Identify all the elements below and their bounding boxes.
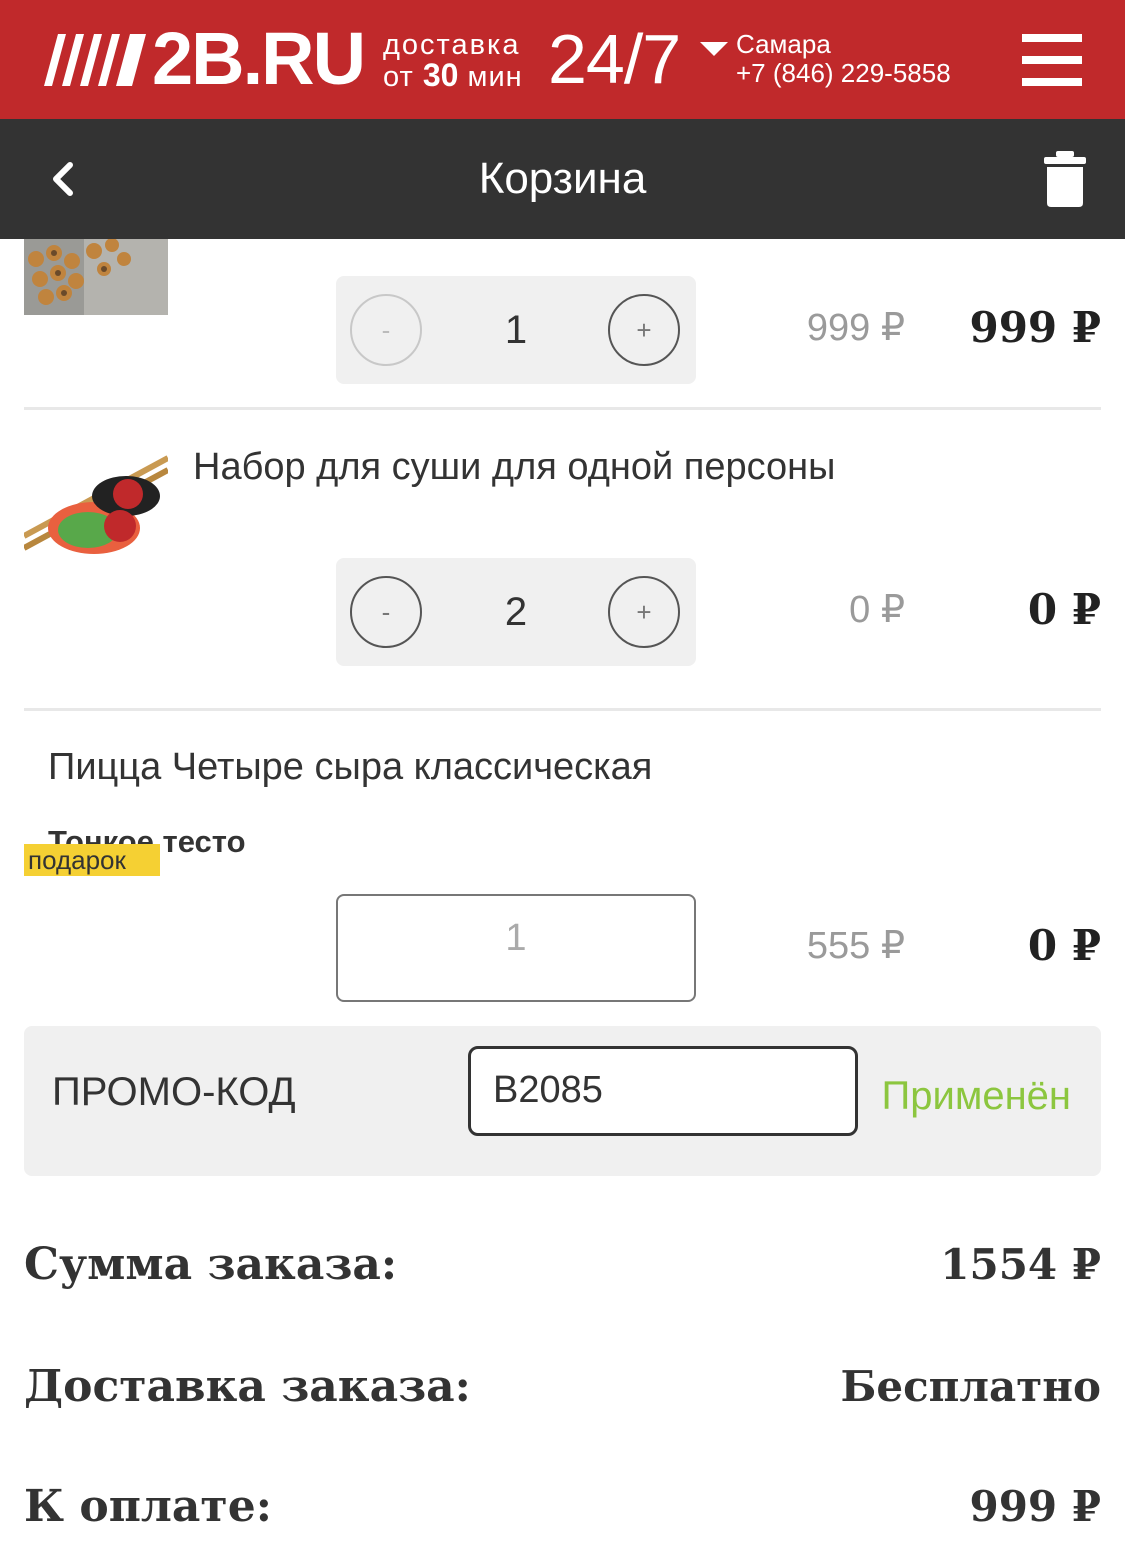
site-logo[interactable]: 2B.RU: [152, 22, 366, 96]
quantity-value: 2: [504, 590, 528, 634]
trash-icon[interactable]: [1044, 151, 1086, 207]
to-pay-value: 999 ₽: [969, 1482, 1101, 1531]
quantity-value: 1: [504, 308, 528, 352]
delivery-line1: доставка: [383, 29, 521, 61]
decrease-button[interactable]: -: [350, 576, 422, 648]
increase-button[interactable]: +: [608, 294, 680, 366]
menu-icon[interactable]: [1022, 34, 1082, 86]
city-name[interactable]: Самара: [736, 30, 951, 59]
promo-code-input[interactable]: B2085: [468, 1046, 858, 1136]
product-image-sushi-kit[interactable]: [24, 448, 168, 568]
promo-code-section: ПРОМО-КОД B2085 Применён: [24, 1026, 1101, 1176]
working-hours: 24/7: [548, 20, 681, 98]
phone-number[interactable]: +7 (846) 229-5858: [736, 59, 951, 88]
quantity-stepper: - 2 +: [336, 558, 696, 666]
item-divider: [24, 708, 1101, 711]
decrease-button[interactable]: -: [350, 294, 422, 366]
item-price: 0 ₽: [1027, 585, 1101, 634]
old-price: 999 ₽: [806, 307, 905, 349]
increase-button[interactable]: +: [608, 576, 680, 648]
order-sum-value: 1554 ₽: [940, 1240, 1101, 1289]
quantity-stepper: - 1 +: [336, 276, 696, 384]
promo-status: Применён: [881, 1074, 1071, 1118]
to-pay-label: К оплате:: [24, 1481, 272, 1532]
city-selector[interactable]: Самара +7 (846) 229-5858: [736, 30, 951, 88]
item-price: 999 ₽: [969, 303, 1101, 352]
delivery-label: Доставка заказа:: [24, 1361, 471, 1412]
item-name: Набор для суши для одной персоны: [193, 446, 836, 488]
page-title: Корзина: [478, 154, 647, 203]
promo-code-label: ПРОМО-КОД: [52, 1070, 296, 1114]
order-sum-label: Сумма заказа:: [24, 1239, 398, 1290]
delivery-value: Бесплатно: [840, 1362, 1101, 1411]
logo-stripes-icon: [44, 34, 146, 86]
gift-badge: подарок: [24, 844, 160, 876]
page-header: Корзина: [0, 119, 1125, 239]
quantity-field: 1: [336, 894, 696, 1002]
old-price: 555 ₽: [806, 925, 905, 967]
old-price: 0 ₽: [849, 589, 905, 631]
delivery-time-info: доставка от 30 мин: [383, 30, 523, 92]
delivery-line2: от 30 мин: [383, 57, 523, 93]
item-name: Пицца Четыре сыра классическая: [48, 746, 653, 788]
item-divider: [24, 407, 1101, 410]
product-image-sushi-set[interactable]: [24, 239, 168, 315]
site-header: 2B.RU доставка от 30 мин 24/7 Самара +7 …: [0, 0, 1125, 119]
city-dropdown-icon[interactable]: [700, 42, 728, 56]
item-price: 0 ₽: [1027, 921, 1101, 970]
